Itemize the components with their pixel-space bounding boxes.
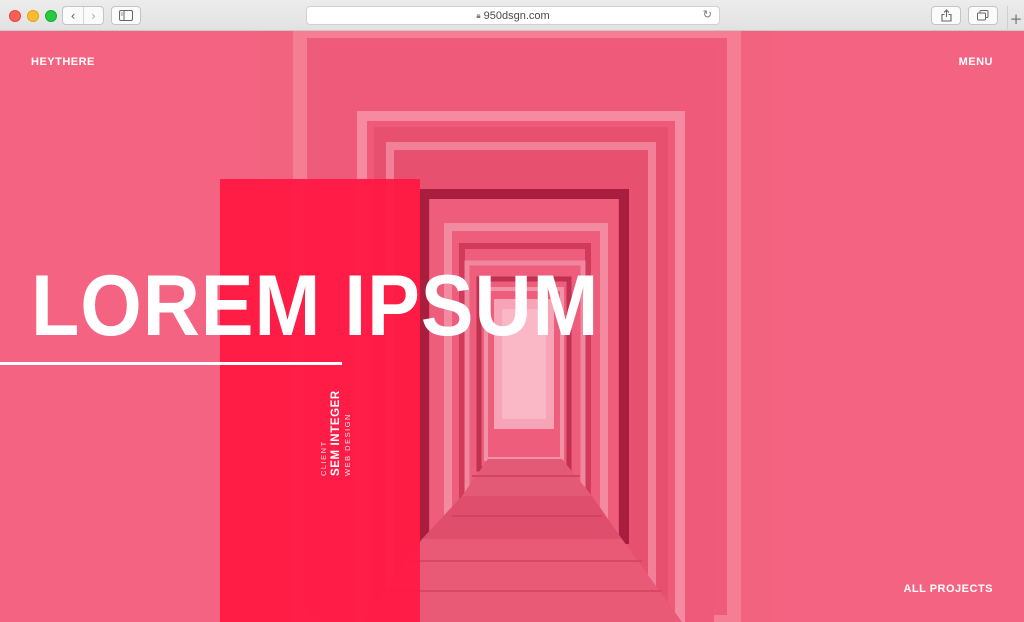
new-tab-button[interactable]: + — [1007, 6, 1024, 31]
fullscreen-window-icon[interactable] — [45, 10, 57, 22]
lock-icon: 🔒︎ — [476, 10, 481, 20]
forward-button[interactable]: › — [83, 7, 103, 24]
share-icon — [940, 9, 952, 22]
share-button[interactable] — [931, 6, 961, 25]
project-meta: CLIENT SEM INTEGER WEB DESIGN — [318, 390, 354, 476]
minimize-window-icon[interactable] — [27, 10, 39, 22]
show-tabs-button[interactable] — [968, 6, 998, 25]
client-name: SEM INTEGER — [330, 390, 342, 476]
all-projects-link[interactable]: ALL PROJECTS — [903, 583, 993, 595]
reload-icon[interactable]: ↻ — [703, 8, 712, 21]
plus-icon: + — [1009, 9, 1023, 28]
close-window-icon[interactable] — [9, 10, 21, 22]
site-logo[interactable]: HEYTHERE — [31, 56, 95, 68]
tabs-overview-icon — [977, 10, 989, 21]
address-bar[interactable]: 🔒︎ 950dsgn.com ↻ — [306, 6, 720, 25]
url-text: 950dsgn.com — [483, 9, 550, 22]
browser-toolbar: ‹ › 🔒︎ 950dsgn.com ↻ + — [0, 0, 1024, 31]
project-title: LOREM IPSUM — [31, 258, 600, 354]
service-label: WEB DESIGN — [343, 413, 352, 476]
history-navigation: ‹ › — [62, 6, 104, 25]
menu-button[interactable]: MENU — [959, 56, 993, 68]
sidebar-toggle-button[interactable] — [111, 6, 141, 25]
web-page: HEYTHERE MENU LOREM IPSUM CLIENT SEM INT… — [0, 31, 1024, 622]
back-button[interactable]: ‹ — [63, 7, 83, 24]
client-label: CLIENT — [319, 440, 328, 476]
sidebar-icon — [119, 10, 133, 21]
title-underline — [0, 362, 342, 365]
